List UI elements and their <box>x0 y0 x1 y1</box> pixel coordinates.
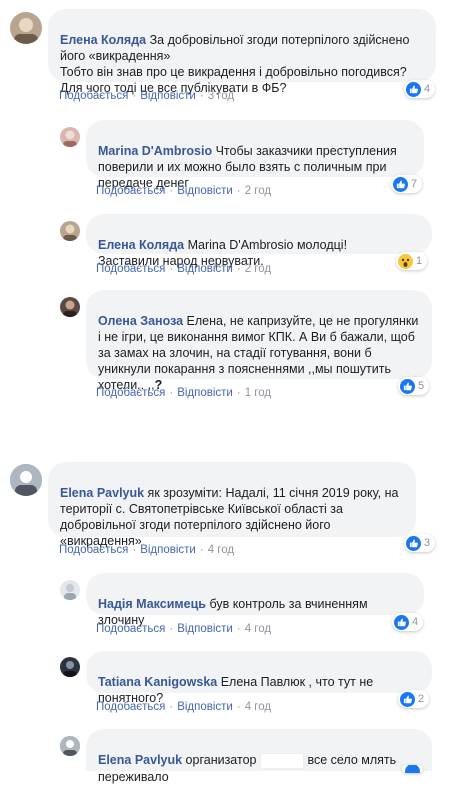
avatar-photo-icon <box>14 18 38 44</box>
separator-dot: · <box>169 387 174 399</box>
avatar-photo-icon <box>63 661 77 677</box>
redacted-text-box <box>259 752 304 769</box>
comment-bubble: Tatiana Kanigowska Елена Павлюк , что ту… <box>86 651 432 705</box>
reaction-count-badge[interactable]: 3 <box>404 534 436 552</box>
like-link[interactable]: Подобається <box>96 263 165 275</box>
avatar[interactable] <box>60 127 80 147</box>
comment-actions: Подобається · Відповісти · 2 год <box>96 185 271 197</box>
separator-dot: · <box>132 544 137 556</box>
comment-author-link[interactable]: Elena Pavlyuk <box>98 753 182 767</box>
separator-dot: · <box>236 387 241 399</box>
avatar-photo-icon <box>10 464 42 496</box>
reaction-count-badge[interactable]: 5 <box>398 377 430 395</box>
reaction-count-badge[interactable]: 7 <box>391 175 423 193</box>
like-link[interactable]: Подобається <box>96 185 165 197</box>
comment-bubble: Elena Pavlyuk организатор все село млять… <box>86 729 432 784</box>
comment-text: организатор <box>182 753 257 767</box>
reaction-count: 4 <box>424 83 431 95</box>
reaction-count-badge[interactable]: 1 <box>396 252 428 270</box>
comment-timestamp[interactable]: 4 год <box>245 701 271 713</box>
like-icon <box>400 378 415 394</box>
avatar-photo-icon <box>63 300 77 317</box>
avatar[interactable] <box>60 657 80 677</box>
separator-dot: · <box>236 185 241 197</box>
separator-dot: · <box>169 263 174 275</box>
comment-bubble: Олена Заноза Елена, не капризуйте, це не… <box>86 290 432 392</box>
like-icon <box>393 176 408 192</box>
like-link[interactable]: Подобається <box>96 387 165 399</box>
like-icon <box>400 691 415 707</box>
reaction-count: 7 <box>411 178 418 190</box>
reaction-count: 5 <box>418 380 425 392</box>
reaction-count-badge[interactable]: 4 <box>404 80 436 98</box>
avatar[interactable] <box>60 580 80 600</box>
like-link[interactable]: Подобається <box>96 623 165 635</box>
separator-dot: · <box>199 544 204 556</box>
comment-author-link[interactable]: Елена Коляда <box>98 238 184 252</box>
separator-dot: · <box>169 185 174 197</box>
reaction-count: 4 <box>412 616 419 628</box>
reaction-count-badge[interactable] <box>402 765 423 773</box>
avatar-photo-icon <box>64 584 76 600</box>
reply-link[interactable]: Відповісти <box>140 90 196 102</box>
like-link[interactable]: Подобається <box>59 90 128 102</box>
comment-timestamp[interactable]: 1 год <box>245 387 271 399</box>
comment-actions: Подобається · Відповісти · 4 год <box>96 623 271 635</box>
comment-timestamp[interactable]: 3 год <box>208 90 234 102</box>
comment-bubble: Marina D'Ambrosio Чтобы заказчики престу… <box>86 120 424 190</box>
comment-bubble: Надія Максимець був контроль за вчинення… <box>86 573 424 627</box>
separator-dot: · <box>169 623 174 635</box>
comment-actions: Подобається · Відповісти · 1 год <box>96 387 271 399</box>
reply-link[interactable]: Відповісти <box>177 387 233 399</box>
comment-author-link[interactable]: Олена Заноза <box>98 314 183 328</box>
comment-author-link[interactable]: Tatiana Kanigowska <box>98 675 217 689</box>
like-icon <box>406 81 421 97</box>
comment-timestamp[interactable]: 4 год <box>208 544 234 556</box>
reaction-count: 2 <box>418 693 425 705</box>
avatar[interactable] <box>10 464 42 496</box>
reaction-count-badge[interactable]: 4 <box>392 613 424 631</box>
comment-timestamp[interactable]: 2 год <box>245 263 271 275</box>
like-icon <box>406 535 421 551</box>
comment-actions: Подобається · Відповісти · 3 год <box>59 90 234 102</box>
reply-link[interactable]: Відповісти <box>177 185 233 197</box>
avatar[interactable] <box>60 736 80 756</box>
reaction-count: 1 <box>416 255 423 267</box>
separator-dot: · <box>169 701 174 713</box>
separator-dot: · <box>236 701 241 713</box>
like-icon <box>405 765 420 773</box>
comment-author-link[interactable]: Елена Коляда <box>60 33 146 47</box>
reply-link[interactable]: Відповісти <box>177 701 233 713</box>
separator-dot: · <box>236 623 241 635</box>
separator-dot: · <box>236 263 241 275</box>
like-link[interactable]: Подобається <box>96 701 165 713</box>
like-icon <box>394 614 409 630</box>
comment-author-link[interactable]: Marina D'Ambrosio <box>98 144 212 158</box>
like-link[interactable]: Подобається <box>59 544 128 556</box>
avatar[interactable] <box>10 12 42 44</box>
comment-timestamp[interactable]: 4 год <box>245 623 271 635</box>
reply-link[interactable]: Відповісти <box>177 263 233 275</box>
reaction-count-badge[interactable]: 2 <box>398 690 430 708</box>
comment-actions: Подобається · Відповісти · 2 год <box>96 263 271 275</box>
comment-actions: Подобається · Відповісти · 4 год <box>96 701 271 713</box>
comment-actions: Подобається · Відповісти · 4 год <box>59 544 234 556</box>
comment-bubble: Elena Pavlyuk як зрозуміти: Надалі, 11 с… <box>48 462 416 548</box>
comment-timestamp[interactable]: 2 год <box>245 185 271 197</box>
reply-link[interactable]: Відповісти <box>177 623 233 635</box>
reaction-count: 3 <box>424 537 431 549</box>
avatar-photo-icon <box>60 736 80 756</box>
avatar-photo-icon <box>63 130 77 147</box>
wow-icon <box>398 253 413 269</box>
comment-bubble: Елена Коляда Marina D'Ambrosio молодці! … <box>86 214 432 268</box>
separator-dot: · <box>199 90 204 102</box>
avatar-photo-icon <box>63 224 77 241</box>
comment-author-link[interactable]: Elena Pavlyuk <box>60 486 144 500</box>
comment-bubble: Елена Коляда За добровільної згоди потер… <box>48 9 436 95</box>
separator-dot: · <box>132 90 137 102</box>
comment-author-link[interactable]: Надія Максимець <box>98 597 206 611</box>
avatar[interactable] <box>60 297 80 317</box>
reply-link[interactable]: Відповісти <box>140 544 196 556</box>
avatar[interactable] <box>60 221 80 241</box>
